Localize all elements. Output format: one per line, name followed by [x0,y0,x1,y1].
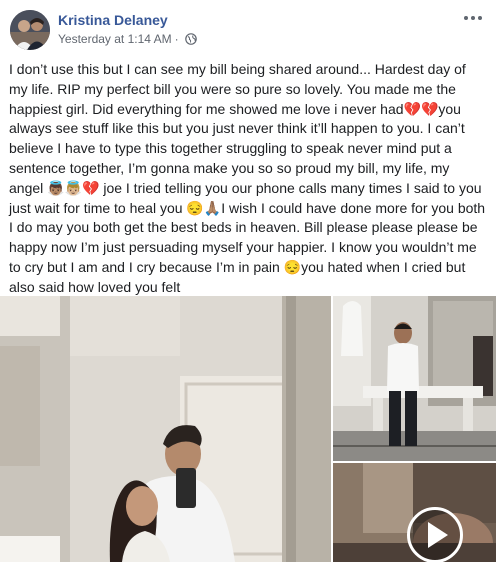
author-name[interactable]: Kristina Delaney [58,12,168,28]
post-header: Kristina Delaney Yesterday at 1:14 AM · [0,0,496,52]
post-meta: Yesterday at 1:14 AM · [58,32,197,46]
globe-icon [184,33,197,45]
video-thumbnail[interactable] [333,463,496,562]
play-button[interactable] [407,507,463,562]
photo-grid [0,296,496,562]
more-options-icon [464,16,468,20]
photo-couple-selfie[interactable] [0,296,331,562]
timestamp[interactable]: Yesterday at 1:14 AM [58,32,172,46]
meta-separator: · [174,32,179,46]
photo-mirror-bathroom[interactable] [333,296,496,461]
post-text: I don’t use this but I can see my bill b… [9,61,486,295]
avatar[interactable] [10,10,50,50]
more-options-button[interactable] [462,10,484,26]
play-icon [428,522,448,548]
